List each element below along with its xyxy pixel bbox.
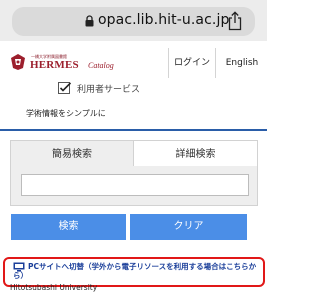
pc-site-link[interactable]: PCサイトへ切替（学外から電子リソースを利用する場合はこちらから） — [13, 262, 261, 280]
logo-catalog: Catalog — [88, 61, 114, 70]
header-divider — [0, 129, 267, 131]
english-button[interactable]: English — [215, 48, 268, 78]
tagline: 学術情報をシンプルに — [26, 109, 106, 118]
search-tabs: 簡易検索 詳細検索 — [10, 140, 258, 167]
user-service-label: 利用者サービス — [77, 85, 141, 95]
search-input[interactable] — [21, 174, 249, 196]
search-panel — [10, 166, 258, 206]
checkbox-icon — [58, 82, 71, 94]
share-icon[interactable] — [227, 11, 243, 31]
logo-name: HERMES — [30, 59, 79, 71]
lock-icon — [85, 15, 94, 27]
tab-simple-search[interactable]: 簡易検索 — [10, 140, 134, 167]
browser-toolbar: opac.lib.hit-u.ac.jp — [0, 0, 267, 41]
tab-detail-search[interactable]: 詳細検索 — [133, 140, 258, 167]
hermes-logo[interactable]: 一橋大学附属図書館 HERMES Catalog — [8, 52, 158, 74]
clear-button[interactable]: クリア — [130, 214, 247, 240]
url-text: opac.lib.hit-u.ac.jp — [98, 12, 230, 28]
university-emblem-icon — [11, 54, 25, 70]
search-button[interactable]: 検索 — [11, 214, 126, 240]
login-button[interactable]: ログイン — [168, 48, 215, 78]
address-bar[interactable]: opac.lib.hit-u.ac.jp — [12, 7, 255, 36]
university-name: Hitotsubashi University — [10, 283, 98, 292]
